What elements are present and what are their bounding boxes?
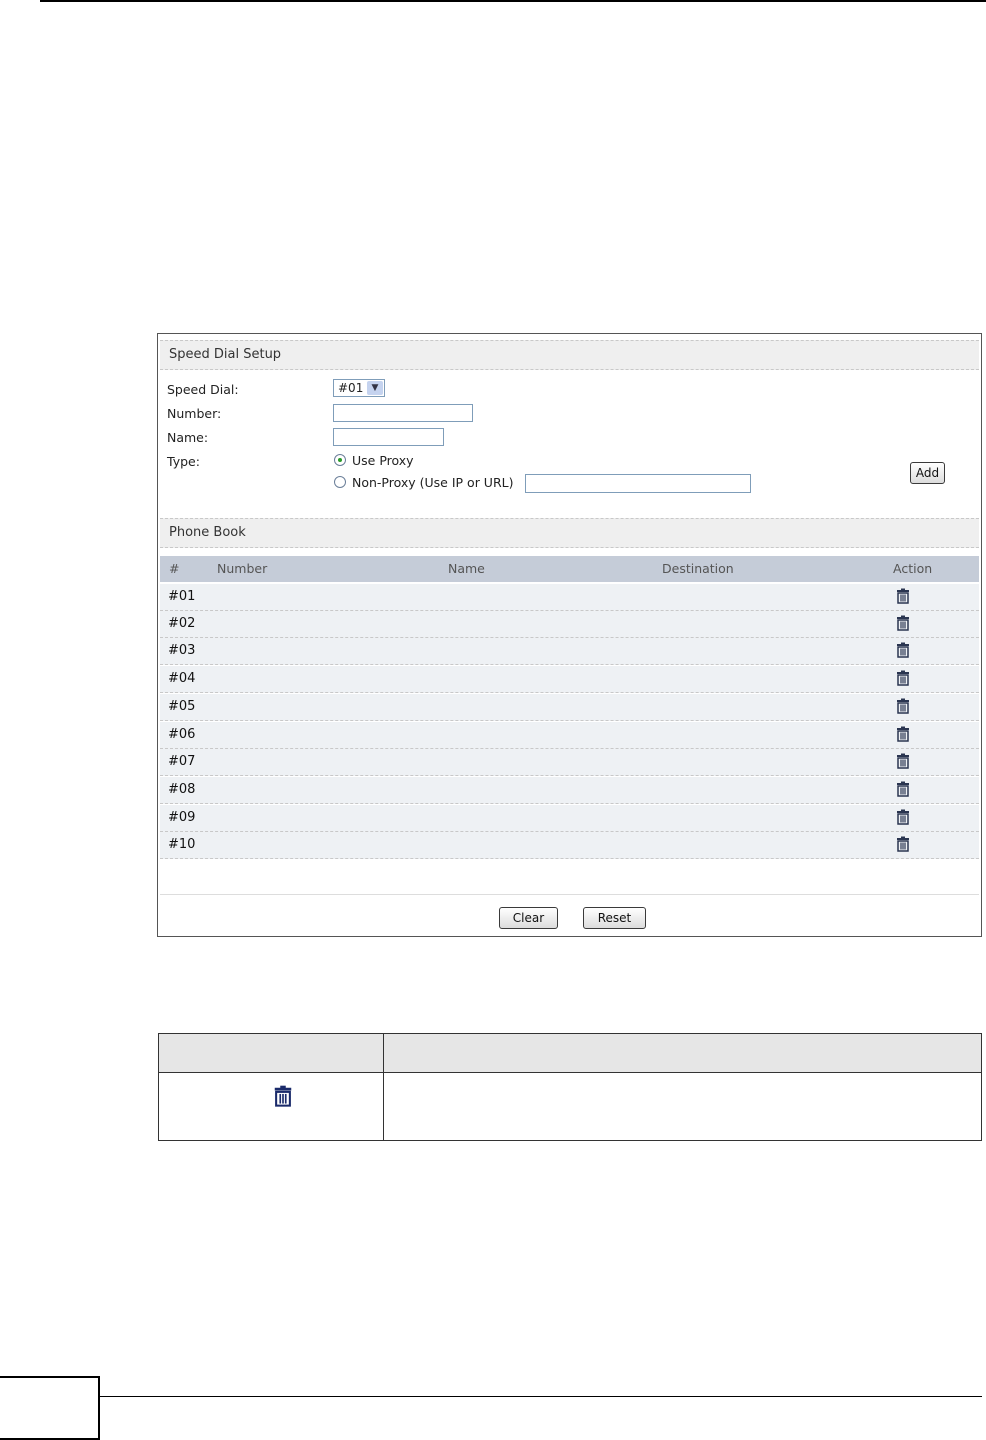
trash-icon[interactable] <box>895 698 911 714</box>
trash-icon[interactable] <box>895 726 911 742</box>
column-header-destination: Destination <box>662 561 734 576</box>
trash-icon <box>274 1085 292 1107</box>
description-table-divider <box>383 1034 384 1140</box>
table-row: #01 <box>160 584 979 611</box>
table-row: #08 <box>160 777 979 804</box>
non-proxy-address-input[interactable] <box>525 474 751 493</box>
number-label: Number: <box>167 406 222 421</box>
column-header-name: Name <box>448 561 485 576</box>
phone-book-table-header: # Number Name Destination Action <box>160 556 979 582</box>
table-row: #09 <box>160 805 979 832</box>
chevron-down-icon[interactable]: ▼ <box>367 381 383 395</box>
table-row: #07 <box>160 749 979 776</box>
row-index: #04 <box>168 671 196 686</box>
name-input[interactable] <box>333 428 444 446</box>
table-row: #04 <box>160 666 979 693</box>
clear-button[interactable]: Clear <box>499 907 558 929</box>
trash-icon[interactable] <box>895 670 911 686</box>
use-proxy-label: Use Proxy <box>352 453 414 468</box>
column-header-index: # <box>169 561 180 576</box>
add-button[interactable]: Add <box>910 462 945 484</box>
non-proxy-label: Non-Proxy (Use IP or URL) <box>352 475 514 490</box>
type-label: Type: <box>167 454 200 469</box>
footer-rule <box>100 1396 982 1397</box>
speed-dial-label: Speed Dial: <box>167 382 239 397</box>
row-index: #03 <box>168 643 196 658</box>
speed-dial-select[interactable]: #01 ▼ <box>333 379 385 397</box>
phone-book-header: Phone Book <box>160 518 979 548</box>
row-index: #07 <box>168 754 196 769</box>
row-index: #05 <box>168 699 196 714</box>
trash-icon[interactable] <box>895 781 911 797</box>
reset-button[interactable]: Reset <box>583 907 646 929</box>
header-rule <box>40 0 986 2</box>
row-index: #10 <box>168 837 196 852</box>
number-input[interactable] <box>333 404 473 422</box>
speed-dial-panel: Speed Dial Setup Speed Dial: #01 ▼ Numbe… <box>157 333 982 937</box>
row-index: #02 <box>168 616 196 631</box>
trash-icon[interactable] <box>895 642 911 658</box>
table-row: #05 <box>160 694 979 721</box>
description-table-header <box>159 1034 981 1073</box>
trash-icon[interactable] <box>895 615 911 631</box>
row-index: #06 <box>168 727 196 742</box>
table-row: #03 <box>160 638 979 665</box>
page-number-box <box>0 1376 100 1440</box>
speed-dial-setup-header: Speed Dial Setup <box>160 340 979 370</box>
speed-dial-select-value: #01 <box>338 381 364 395</box>
trash-icon[interactable] <box>895 836 911 852</box>
table-row: #02 <box>160 611 979 638</box>
trash-icon[interactable] <box>895 809 911 825</box>
row-index: #01 <box>168 589 196 604</box>
use-proxy-radio[interactable] <box>334 454 346 466</box>
non-proxy-radio[interactable] <box>334 476 346 488</box>
description-table <box>158 1033 982 1141</box>
column-header-action: Action <box>893 561 933 576</box>
column-header-number: Number <box>217 561 268 576</box>
table-row: #10 <box>160 832 979 859</box>
footer-divider <box>160 894 979 895</box>
row-index: #08 <box>168 782 196 797</box>
trash-icon[interactable] <box>895 588 911 604</box>
table-row: #06 <box>160 722 979 749</box>
name-label: Name: <box>167 430 209 445</box>
trash-icon[interactable] <box>895 753 911 769</box>
row-index: #09 <box>168 810 196 825</box>
